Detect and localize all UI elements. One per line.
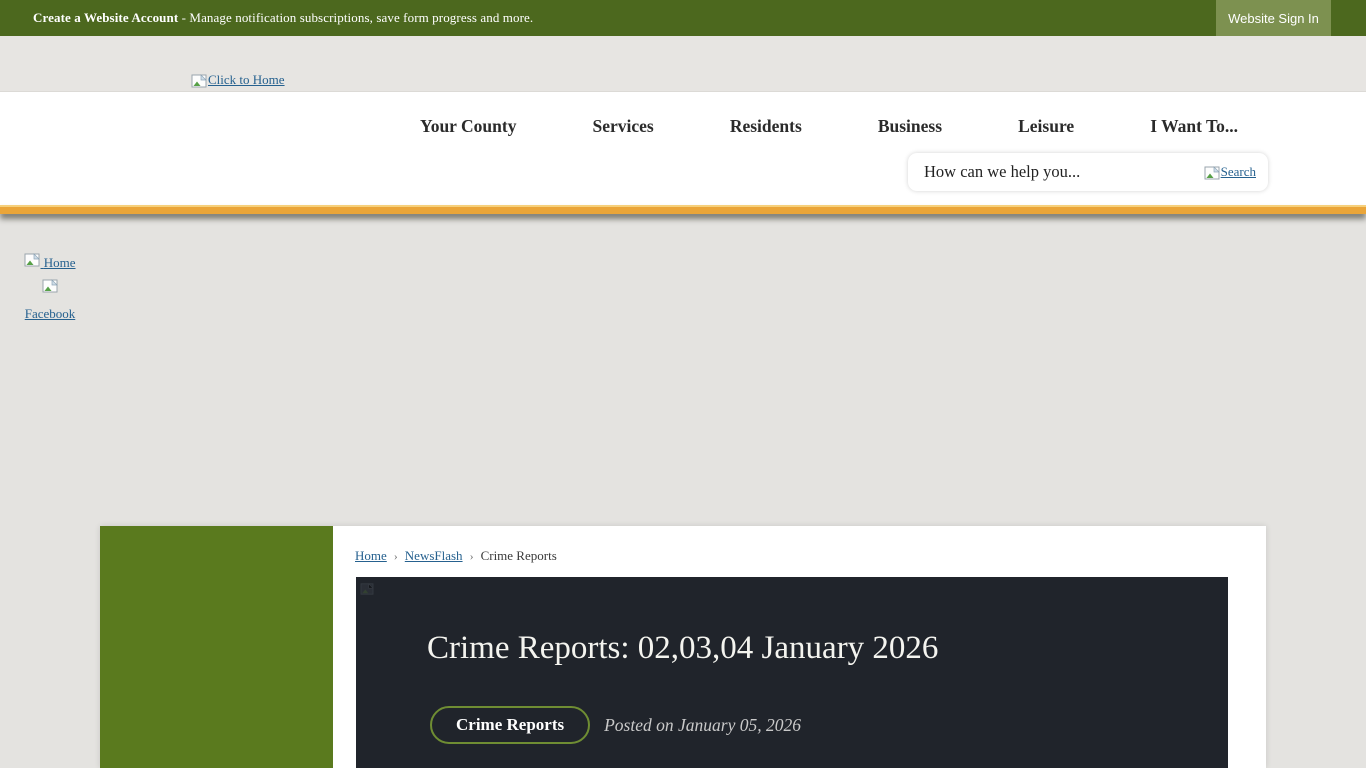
article-panel: Crime Reports: 02,03,04 January 2026 Cri… bbox=[356, 577, 1228, 768]
quick-link-facebook-label: Facebook bbox=[25, 306, 76, 321]
breadcrumb-current: Crime Reports bbox=[481, 548, 557, 564]
search-submit-link[interactable]: Search bbox=[1204, 164, 1256, 180]
nav-services[interactable]: Services bbox=[593, 116, 654, 137]
quick-link-home[interactable]: Home bbox=[24, 255, 75, 270]
content-panel: Home › NewsFlash › Crime Reports Crime R… bbox=[100, 526, 1266, 768]
home-logo-link[interactable]: Click to Home bbox=[191, 72, 285, 88]
website-sign-in-button[interactable]: Website Sign In bbox=[1216, 0, 1331, 36]
broken-image-icon bbox=[360, 583, 374, 595]
nav-business[interactable]: Business bbox=[878, 116, 942, 137]
broken-image-icon bbox=[24, 253, 40, 267]
home-logo-label: Click to Home bbox=[208, 72, 285, 88]
search-submit-label: Search bbox=[1221, 164, 1256, 180]
breadcrumb-home-link[interactable]: Home bbox=[355, 548, 387, 564]
site-search: Search bbox=[908, 153, 1268, 191]
breadcrumb-newsflash-link[interactable]: NewsFlash bbox=[405, 548, 463, 564]
quick-link-home-label: Home bbox=[44, 255, 76, 270]
breadcrumb-separator: › bbox=[394, 549, 398, 564]
nav-residents[interactable]: Residents bbox=[730, 116, 802, 137]
account-bar-text: Create a Website Account - Manage notifi… bbox=[33, 10, 533, 26]
create-account-link[interactable]: Create a Website Account bbox=[33, 10, 178, 25]
quick-link-facebook[interactable]: Facebook bbox=[25, 281, 76, 322]
nav-leisure[interactable]: Leisure bbox=[1018, 116, 1074, 137]
breadcrumb: Home › NewsFlash › Crime Reports bbox=[355, 548, 557, 564]
account-bar: Create a Website Account - Manage notifi… bbox=[0, 0, 1366, 36]
nav-i-want-to[interactable]: I Want To... bbox=[1150, 116, 1238, 137]
broken-image-icon bbox=[42, 279, 58, 293]
category-badge[interactable]: Crime Reports bbox=[430, 706, 590, 744]
posted-date: Posted on January 05, 2026 bbox=[604, 715, 801, 736]
account-bar-subtext: - Manage notification subscriptions, sav… bbox=[182, 10, 534, 25]
breadcrumb-separator: › bbox=[470, 549, 474, 564]
article-title: Crime Reports: 02,03,04 January 2026 bbox=[427, 630, 938, 667]
search-input[interactable] bbox=[908, 153, 1204, 191]
nav-your-county[interactable]: Your County bbox=[420, 116, 516, 137]
article-meta: Crime Reports Posted on January 05, 2026 bbox=[430, 705, 801, 745]
main-navigation: Your County Services Residents Business … bbox=[420, 110, 1238, 142]
broken-image-icon bbox=[191, 74, 207, 88]
gold-accent-bar bbox=[0, 205, 1366, 214]
left-sidebar bbox=[100, 526, 333, 768]
broken-image-icon bbox=[1204, 166, 1220, 180]
quick-links: Home Facebook bbox=[16, 250, 84, 327]
